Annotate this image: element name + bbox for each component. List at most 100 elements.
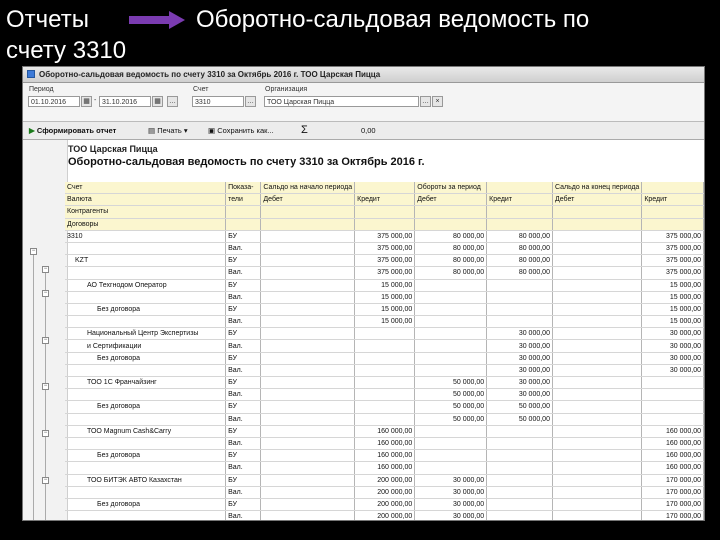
table-row[interactable]: 3310 БУ 375 000,00 80 000,00 80 000,00 375 00…: [65, 230, 704, 243]
table-row[interactable]: Вал. 375 000,00 80 000,00 80 000,00 375 000,…: [65, 242, 704, 256]
table-row[interactable]: Вал. 160 000,00 160 000,00: [65, 437, 704, 451]
amount-cell: 15 000,00: [354, 315, 416, 329]
amount-cell: [414, 315, 488, 329]
table-row[interactable]: Вал. 30 000,00 30 000,00: [65, 364, 704, 378]
collapse-icon[interactable]: −: [42, 383, 49, 390]
amount-cell: [552, 364, 643, 378]
calendar-icon[interactable]: ▦: [81, 96, 92, 107]
amount-cell: [354, 413, 416, 426]
save-as-button[interactable]: ▣ Сохранить как...: [208, 122, 274, 139]
amount-cell: 80 000,00: [414, 242, 488, 256]
amount-cell: [552, 474, 643, 487]
clear-icon[interactable]: ×: [432, 96, 443, 107]
generate-report-button[interactable]: ▶ Сформировать отчет: [29, 122, 116, 139]
table-row[interactable]: Вал. 50 000,00 50 000,00: [65, 413, 704, 426]
sum-icon[interactable]: Σ: [301, 122, 308, 139]
table-row[interactable]: ТОО Magnum Cash&Carry БУ 160 000,00 160 000…: [65, 425, 704, 438]
table-row[interactable]: ТОО 1С Франчайзинг БУ 50 000,00 30 000,00: [65, 376, 704, 390]
slide-title-left-line2: счету 3310: [6, 37, 127, 64]
indicator-cell: БУ: [225, 352, 262, 365]
indicator-cell: БУ: [225, 254, 262, 268]
table-row[interactable]: KZT БУ 375 000,00 80 000,00 80 000,00 375 000…: [65, 254, 704, 268]
opening-debit-header: [260, 218, 356, 231]
collapse-icon[interactable]: −: [42, 290, 49, 297]
amount-cell: 15 000,00: [641, 303, 704, 317]
play-icon: ▶: [29, 126, 35, 135]
amount-cell: [354, 352, 416, 365]
org-field[interactable]: ТОО Царская Пицца: [264, 96, 419, 107]
amount-cell: [552, 339, 643, 353]
slide-title-right: Оборотно-сальдовая ведомость по: [196, 6, 590, 33]
table-row[interactable]: ТОО БИТЭК АВТО Казахстан БУ 200 000,00 30 0…: [65, 474, 704, 487]
table-row[interactable]: Вал. 200 000,00 30 000,00 170 000,00: [65, 510, 704, 520]
table-row[interactable]: и Сертификации Вал. 30 000,00 30 000,00: [65, 339, 704, 353]
table-row[interactable]: Вал. 15 000,00 15 000,00: [65, 315, 704, 329]
indicator-cell: БУ: [225, 498, 262, 512]
amount-cell: [260, 266, 356, 280]
account-cell: и Сертификации: [65, 339, 227, 353]
closing-credit-header: [641, 205, 704, 219]
amount-cell: 15 000,00: [354, 303, 416, 317]
amount-cell: 30 000,00: [486, 327, 553, 341]
table-row[interactable]: Вал. 50 000,00 30 000,00: [65, 388, 704, 402]
period-to-field[interactable]: 31.10.2016: [99, 96, 151, 107]
amount-cell: 30 000,00: [641, 364, 704, 378]
indicator-cell: Вал.: [225, 291, 262, 304]
ellipsis-icon[interactable]: …: [420, 96, 431, 107]
amount-cell: [641, 413, 704, 426]
collapse-icon[interactable]: −: [30, 248, 37, 255]
collapse-icon[interactable]: −: [42, 430, 49, 437]
balance-sheet-table: Счет Показа- Сальдо на начало периода Оборо…: [65, 182, 704, 520]
calendar-icon[interactable]: ▦: [152, 96, 163, 107]
account-cell: [65, 291, 227, 304]
amount-cell: 80 000,00: [414, 266, 488, 280]
account-cell: [65, 364, 227, 378]
amount-cell: 200 000,00: [354, 474, 416, 487]
account-cell: Без договора: [65, 352, 227, 365]
account-cell: [65, 388, 227, 402]
slide-title-left-line1: Отчеты: [6, 6, 89, 33]
amount-cell: [260, 486, 356, 499]
account-cell: Без договора: [65, 400, 227, 414]
table-row[interactable]: Без договора БУ 50 000,00 50 000,00: [65, 400, 704, 414]
amount-cell: 30 000,00: [641, 352, 704, 365]
table-row[interactable]: Вал. 200 000,00 30 000,00 170 000,00: [65, 486, 704, 499]
closing-credit-header: [641, 218, 704, 231]
indicator-cell: Вал.: [225, 242, 262, 256]
amount-cell: 375 000,00: [354, 254, 416, 268]
indicator-col-header: [225, 205, 262, 219]
period-picker-button[interactable]: …: [167, 96, 178, 107]
amount-cell: [260, 352, 356, 365]
amount-cell: [260, 279, 356, 292]
table-row[interactable]: Без договора БУ 160 000,00 160 000,00: [65, 449, 704, 463]
table-row[interactable]: Вал. 15 000,00 15 000,00: [65, 291, 704, 304]
account-field[interactable]: 3310: [192, 96, 244, 107]
collapse-icon[interactable]: −: [42, 477, 49, 484]
account-cell: ТОО 1С Франчайзинг: [65, 376, 227, 390]
ellipsis-icon[interactable]: …: [245, 96, 256, 107]
amount-cell: [552, 279, 643, 292]
period-from-field[interactable]: 01.10.2016: [28, 96, 80, 107]
amount-cell: [260, 327, 356, 341]
turnover-debit-header: Дебет: [414, 193, 488, 207]
amount-cell: [552, 291, 643, 304]
collapse-icon[interactable]: −: [42, 266, 49, 273]
amount-cell: [260, 413, 356, 426]
amount-cell: [552, 388, 643, 402]
amount-cell: 80 000,00: [414, 254, 488, 268]
table-row[interactable]: Национальный Центр Экспертизы БУ 30 000,00…: [65, 327, 704, 341]
amount-cell: 30 000,00: [486, 388, 553, 402]
table-row[interactable]: Без договора БУ 15 000,00 15 000,00: [65, 303, 704, 317]
table-row[interactable]: Без договора БУ 30 000,00 30 000,00: [65, 352, 704, 365]
table-row[interactable]: Без договора БУ 200 000,00 30 000,00 170 000…: [65, 498, 704, 512]
table-row[interactable]: АО Техгнодом Оператор БУ 15 000,00 15 000,0…: [65, 279, 704, 292]
table-row[interactable]: Вал. 375 000,00 80 000,00 80 000,00 375 000,…: [65, 266, 704, 280]
collapse-icon[interactable]: −: [42, 337, 49, 344]
table-row[interactable]: Вал. 160 000,00 160 000,00: [65, 461, 704, 475]
amount-cell: 30 000,00: [486, 376, 553, 390]
amount-cell: [260, 376, 356, 390]
amount-cell: [486, 486, 553, 499]
window-title: Оборотно-сальдовая ведомость по счету 33…: [39, 70, 381, 79]
turnover-debit-header: [414, 218, 488, 231]
print-button[interactable]: ▤ Печать ▾: [148, 122, 188, 139]
